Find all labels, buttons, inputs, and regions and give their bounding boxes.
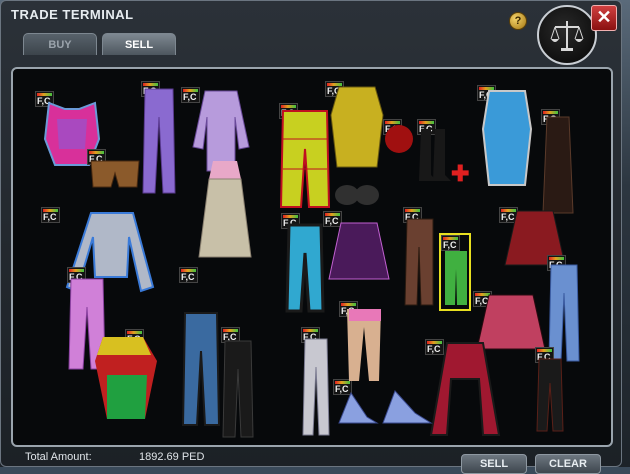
red-bag-icon (385, 125, 413, 153)
tab-sell[interactable]: SELL (102, 33, 176, 55)
total-amount-label: Total Amount: (25, 451, 92, 463)
remove-item-icon[interactable]: ✚ (451, 161, 469, 187)
fc-badge: F,C (179, 267, 198, 283)
tab-buy[interactable]: BUY (23, 33, 97, 55)
black-pants-icon (222, 340, 254, 438)
blue-black-pants-icon (181, 312, 221, 426)
blue-heels-icon (338, 390, 433, 424)
cyan-striped-leggings-icon (285, 223, 325, 313)
fc-badge: F,C (41, 207, 60, 223)
item-slot-selected[interactable]: F,C (439, 233, 471, 311)
tan-legs-boots-icon (347, 309, 381, 381)
window-title: TRADE TERMINAL (11, 7, 134, 22)
maroon-pants-icon (536, 358, 564, 432)
close-button[interactable]: ✕ (591, 5, 617, 31)
red-black-jacket-icon (429, 342, 501, 436)
rasta-top-icon (95, 337, 157, 419)
purple-pants-icon (142, 88, 176, 194)
brown-shorts-icon (90, 160, 140, 188)
total-amount-value: 1892.69 PED (139, 451, 205, 463)
scale-icon (537, 5, 597, 65)
help-icon[interactable]: ? (509, 12, 527, 30)
black-boots-icon (419, 129, 451, 181)
black-bra-icon (335, 185, 379, 205)
brown-stockings-icon (404, 218, 434, 306)
silver-pants-icon (302, 338, 330, 436)
blue-white-top-icon (481, 90, 533, 186)
yellow-plaid-pants-icon (279, 110, 331, 208)
black-long-coat-icon (542, 116, 574, 214)
trade-terminal-window: TRADE TERMINAL ? ✕ BUY SELL F,C F,C F,C … (0, 0, 622, 474)
black-purple-skirt-icon (328, 222, 390, 280)
pink-beige-dress-icon (198, 161, 252, 258)
green-stockings-icon (445, 251, 467, 305)
clear-button[interactable]: CLEAR (535, 454, 601, 474)
sell-items-panel: F,C F,C F,C F,C F,C F,C F,C ✚ F,C F,C F,… (11, 67, 613, 447)
sell-button[interactable]: SELL (461, 454, 527, 474)
yellow-mesh-top-icon (330, 86, 384, 168)
